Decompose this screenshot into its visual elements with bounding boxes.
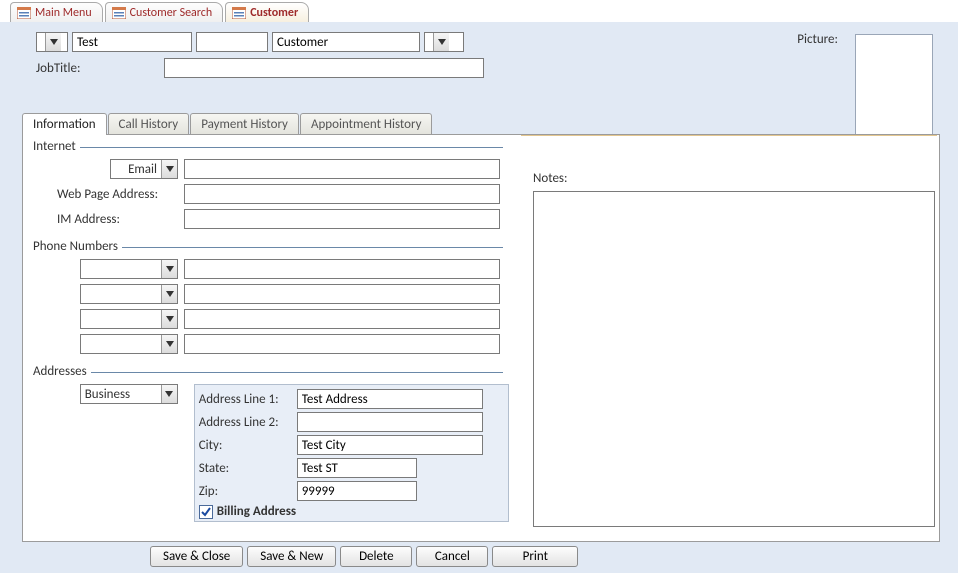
footer-buttons: Save & Close Save & New Delete Cancel Pr… xyxy=(150,546,578,567)
picture-underline xyxy=(521,135,937,136)
tab-customer-search-label: Customer Search xyxy=(130,6,213,20)
dropdown-arrow-icon[interactable] xyxy=(161,335,177,353)
addr-state-label: State: xyxy=(199,461,297,476)
notes-label: Notes: xyxy=(533,171,568,186)
phone-type-combo-4[interactable] xyxy=(80,334,178,354)
phone-type-combo-3[interactable] xyxy=(80,309,178,329)
dropdown-arrow-icon[interactable] xyxy=(161,285,177,303)
dropdown-arrow-icon[interactable] xyxy=(433,33,449,51)
title-combo[interactable] xyxy=(36,32,68,52)
tab-content: Internet Email xyxy=(22,134,940,542)
subtab-payment-history[interactable]: Payment History xyxy=(190,113,299,135)
subtab-call-history[interactable]: Call History xyxy=(108,113,190,135)
form-icon xyxy=(17,7,31,19)
dropdown-arrow-icon[interactable] xyxy=(161,310,177,328)
addr-line1-label: Address Line 1: xyxy=(199,392,297,407)
form-icon xyxy=(112,7,126,19)
jobtitle-input[interactable] xyxy=(164,58,484,78)
phone-input-1[interactable] xyxy=(184,259,500,279)
legend-line xyxy=(80,140,503,148)
email-type-combo[interactable]: Email xyxy=(110,159,178,179)
tab-customer-search[interactable]: Customer Search xyxy=(105,2,224,22)
suffix-combo[interactable] xyxy=(424,32,464,52)
im-label: IM Address: xyxy=(57,212,120,227)
dropdown-arrow-icon[interactable] xyxy=(45,33,61,51)
tab-main-menu-label: Main Menu xyxy=(35,6,92,20)
addr-zip-input[interactable] xyxy=(297,481,417,501)
addr-state-input[interactable] xyxy=(297,458,417,478)
phone-type-combo-1[interactable] xyxy=(80,259,178,279)
addresses-legend: Addresses xyxy=(33,364,91,379)
addr-city-input[interactable] xyxy=(297,435,483,455)
subtab-appointment-history[interactable]: Appointment History xyxy=(300,113,433,135)
addr-city-label: City: xyxy=(199,438,297,453)
print-button[interactable]: Print xyxy=(492,546,578,567)
billing-label: Billing Address xyxy=(217,504,296,519)
tab-customer[interactable]: Customer xyxy=(225,2,309,22)
web-label: Web Page Address: xyxy=(57,187,158,202)
web-input[interactable] xyxy=(184,184,500,204)
addresses-fieldset: Addresses Business Address xyxy=(29,364,509,522)
phone-fieldset: Phone Numbers xyxy=(29,239,509,354)
form-body: JobTitle: Picture: Information Call Hist… xyxy=(0,22,958,573)
legend-line xyxy=(91,365,503,373)
addr-line2-input[interactable] xyxy=(297,412,483,432)
dropdown-arrow-icon[interactable] xyxy=(161,160,177,178)
email-type-value: Email xyxy=(111,162,161,177)
tab-customer-label: Customer xyxy=(250,6,298,20)
jobtitle-label: JobTitle: xyxy=(36,61,164,76)
subtab-information[interactable]: Information xyxy=(22,113,107,135)
address-type-value: Business xyxy=(81,387,161,402)
internet-fieldset: Internet Email xyxy=(29,139,509,229)
last-name-input[interactable] xyxy=(272,32,420,52)
delete-button[interactable]: Delete xyxy=(340,546,412,567)
phone-legend: Phone Numbers xyxy=(33,239,122,254)
internet-legend: Internet xyxy=(33,139,80,154)
phone-type-combo-2[interactable] xyxy=(80,284,178,304)
jobtitle-row: JobTitle: xyxy=(36,58,944,78)
tab-main-menu[interactable]: Main Menu xyxy=(10,2,103,22)
phone-input-3[interactable] xyxy=(184,309,500,329)
notes-textarea[interactable] xyxy=(533,191,935,527)
address-type-combo[interactable]: Business xyxy=(80,384,178,404)
form-icon xyxy=(232,7,246,19)
top-tabs: Main Menu Customer Search Customer xyxy=(0,0,958,22)
legend-line xyxy=(122,240,503,248)
phone-input-4[interactable] xyxy=(184,334,500,354)
save-close-button[interactable]: Save & Close xyxy=(150,546,243,567)
email-input[interactable] xyxy=(184,159,500,179)
address-subform: Address Line 1: Address Line 2: City: St… xyxy=(194,384,509,522)
phone-input-2[interactable] xyxy=(184,284,500,304)
cancel-button[interactable]: Cancel xyxy=(416,546,488,567)
dropdown-arrow-icon[interactable] xyxy=(161,385,177,403)
billing-checkbox[interactable] xyxy=(199,505,213,519)
addr-zip-label: Zip: xyxy=(199,484,297,499)
im-input[interactable] xyxy=(184,209,500,229)
addr-line1-input[interactable] xyxy=(297,389,483,409)
sub-tabs: Information Call History Payment History… xyxy=(22,113,944,135)
picture-label: Picture: xyxy=(797,32,838,47)
addr-line2-label: Address Line 2: xyxy=(199,415,297,430)
save-new-button[interactable]: Save & New xyxy=(247,546,336,567)
picture-box[interactable] xyxy=(855,34,933,146)
dropdown-arrow-icon[interactable] xyxy=(161,260,177,278)
middle-name-input[interactable] xyxy=(196,32,268,52)
first-name-input[interactable] xyxy=(72,32,192,52)
